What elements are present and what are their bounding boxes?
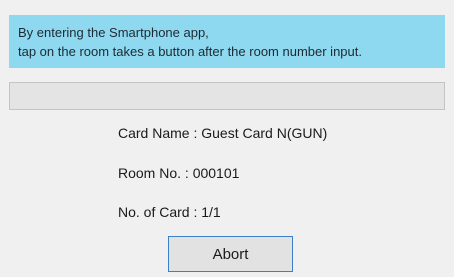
card-count-text: No. of Card : 1/1 bbox=[118, 204, 221, 220]
progress-bar bbox=[9, 82, 445, 110]
card-issue-dialog: By entering the Smartphone app, tap on t… bbox=[0, 0, 454, 277]
card-name-text: Card Name : Guest Card N(GUN) bbox=[118, 125, 328, 141]
abort-button[interactable]: Abort bbox=[168, 236, 293, 272]
instruction-banner: By entering the Smartphone app, tap on t… bbox=[9, 15, 445, 68]
instruction-line-1: By entering the Smartphone app, bbox=[18, 25, 209, 40]
instruction-line-2: tap on the room takes a button after the… bbox=[18, 44, 362, 59]
room-number-text: Room No. : 000101 bbox=[118, 165, 240, 181]
